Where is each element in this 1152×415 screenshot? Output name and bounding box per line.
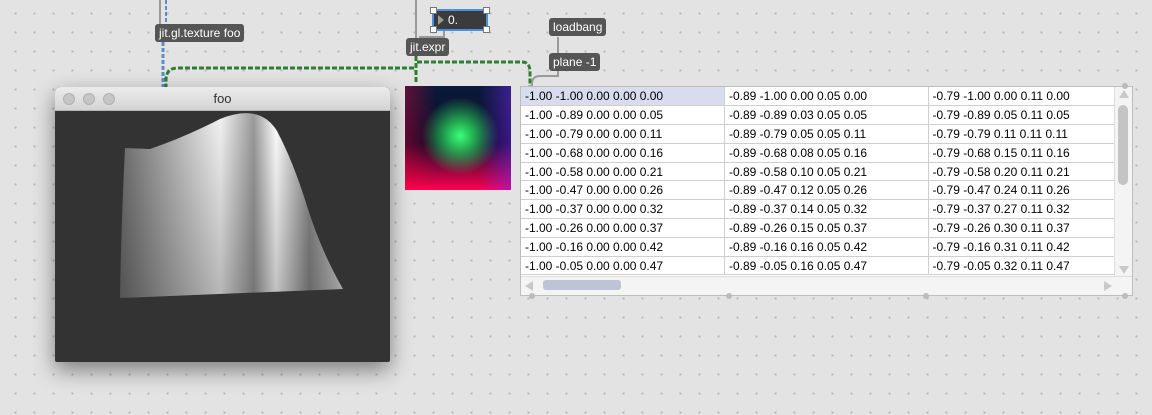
scroll-down-icon[interactable] [1119, 266, 1129, 274]
table-cell[interactable]: -0.89 -0.47 0.12 0.05 0.26 [724, 180, 929, 201]
matrix-cord[interactable] [414, 56, 532, 86]
table-cell[interactable]: -0.79 -0.89 0.05 0.11 0.05 [928, 105, 1132, 126]
surface-shading [120, 113, 343, 298]
window-titlebar[interactable]: foo [55, 87, 390, 111]
table-cell[interactable]: -1.00 -0.89 0.00 0.00 0.05 [521, 105, 725, 126]
table-row: -1.00 -0.37 0.00 0.00 0.32 -0.89 -0.37 0.… [521, 199, 1132, 220]
table-row: -1.00 -0.47 0.00 0.00 0.26 -0.89 -0.47 0.… [521, 180, 1132, 201]
jit-expr-object[interactable]: jit.expr [406, 38, 450, 56]
window-title: foo [213, 91, 232, 106]
table-cell[interactable]: -0.79 -0.68 0.15 0.11 0.16 [928, 143, 1132, 163]
horizontal-scrollbar[interactable] [521, 276, 1132, 295]
table-cell[interactable]: -0.89 -1.00 0.00 0.05 0.00 [724, 87, 929, 107]
object-label: jit.expr [410, 40, 446, 54]
table-cell[interactable]: -0.89 -0.05 0.16 0.05 0.47 [724, 256, 929, 276]
table-cell[interactable]: -1.00 -0.47 0.00 0.00 0.26 [521, 180, 725, 201]
matrix-cord[interactable] [164, 56, 418, 88]
table-cell[interactable]: -1.00 -1.00 0.00 0.00 0.00 [521, 87, 725, 107]
table-cell[interactable]: -0.79 -1.00 0.00 0.11 0.00 [928, 87, 1132, 107]
jit-cellblock[interactable]: -1.00 -1.00 0.00 0.00 0.00 -0.89 -1.00 0.… [520, 86, 1133, 296]
scroll-up-icon[interactable] [1119, 90, 1129, 98]
loadbang-object[interactable]: loadbang [549, 18, 607, 36]
table-cell[interactable]: -0.79 -0.47 0.24 0.11 0.26 [928, 180, 1132, 201]
number-value: 0. [448, 13, 459, 27]
table-row: -1.00 -0.58 0.00 0.00 0.21 -0.89 -0.58 0.… [521, 162, 1132, 182]
jit-window[interactable]: foo [55, 87, 390, 362]
resize-dot[interactable] [1122, 83, 1128, 89]
table-cell[interactable]: -0.89 -0.58 0.10 0.05 0.21 [724, 162, 929, 182]
table-row: -1.00 -0.05 0.00 0.00 0.47 -0.89 -0.05 0.… [521, 256, 1132, 276]
number-box[interactable]: 0. [430, 7, 490, 33]
inlet-dot[interactable] [529, 293, 535, 299]
table-cell[interactable]: -0.89 -0.68 0.08 0.05 0.16 [724, 143, 929, 163]
table-cell[interactable]: -0.89 -0.26 0.15 0.05 0.37 [724, 218, 929, 238]
resize-handle[interactable] [430, 26, 437, 33]
rendered-surface [120, 113, 343, 298]
table-cell[interactable]: -0.89 -0.16 0.16 0.05 0.42 [724, 237, 929, 257]
table-cell[interactable]: -0.79 -0.05 0.32 0.11 0.47 [928, 256, 1132, 276]
table-cell[interactable]: -0.79 -0.79 0.11 0.11 0.11 [928, 124, 1132, 144]
resize-handle[interactable] [483, 26, 490, 33]
table-cell[interactable]: -1.00 -0.16 0.00 0.00 0.42 [521, 237, 725, 257]
table-cell[interactable]: -1.00 -0.37 0.00 0.00 0.32 [521, 199, 725, 220]
resize-handle[interactable] [483, 7, 490, 14]
outlet-dot[interactable] [1122, 293, 1128, 299]
table-row: -1.00 -1.00 0.00 0.00 0.00 -0.89 -1.00 0.… [521, 87, 1132, 107]
table-cell[interactable]: -0.89 -0.89 0.03 0.05 0.05 [724, 105, 929, 126]
message-label: plane -1 [553, 55, 597, 69]
table-cell[interactable]: -1.00 -0.68 0.00 0.00 0.16 [521, 143, 725, 163]
cell-grid: -1.00 -1.00 0.00 0.00 0.00 -0.89 -1.00 0.… [521, 87, 1132, 276]
table-cell[interactable]: -1.00 -0.79 0.00 0.00 0.11 [521, 124, 725, 144]
number-triangle-icon [438, 15, 444, 25]
jit-pwindow-preview [405, 86, 511, 190]
table-cell[interactable]: -1.00 -0.58 0.00 0.00 0.21 [521, 162, 725, 182]
resize-handle[interactable] [430, 7, 437, 14]
plane-message[interactable]: plane -1 [549, 53, 601, 71]
scroll-thumb[interactable] [543, 280, 621, 290]
table-row: -1.00 -0.16 0.00 0.00 0.42 -0.89 -0.16 0.… [521, 237, 1132, 257]
outlet-dot[interactable] [726, 293, 732, 299]
table-cell[interactable]: -0.79 -0.37 0.27 0.11 0.32 [928, 199, 1132, 220]
table-row: -1.00 -0.89 0.00 0.00 0.05 -0.89 -0.89 0.… [521, 105, 1132, 126]
table-cell[interactable]: -0.79 -0.16 0.31 0.11 0.42 [928, 237, 1132, 257]
table-cell[interactable]: -0.79 -0.58 0.20 0.11 0.21 [928, 162, 1132, 182]
patch-cord[interactable] [531, 71, 559, 87]
outlet-dot[interactable] [923, 293, 929, 299]
table-row: -1.00 -0.79 0.00 0.00 0.11 -0.89 -0.79 0.… [521, 124, 1132, 144]
object-label: loadbang [553, 20, 603, 34]
scroll-left-icon[interactable] [525, 281, 533, 291]
table-cell[interactable]: -0.89 -0.79 0.05 0.05 0.11 [724, 124, 929, 144]
table-cell[interactable]: -1.00 -0.26 0.00 0.00 0.37 [521, 218, 725, 238]
table-cell[interactable]: -0.89 -0.37 0.14 0.05 0.32 [724, 199, 929, 220]
table-row: -1.00 -0.68 0.00 0.00 0.16 -0.89 -0.68 0.… [521, 143, 1132, 163]
scroll-thumb[interactable] [1118, 105, 1128, 185]
table-row: -1.00 -0.26 0.00 0.00 0.37 -0.89 -0.26 0.… [521, 218, 1132, 238]
table-cell[interactable]: -0.79 -0.26 0.30 0.11 0.37 [928, 218, 1132, 238]
jit-gl-texture-object[interactable]: jit.gl.texture foo [155, 24, 245, 42]
vertical-scrollbar[interactable] [1114, 87, 1132, 277]
object-label: jit.gl.texture foo [159, 26, 241, 40]
scroll-right-icon[interactable] [1104, 281, 1112, 291]
table-cell[interactable]: -1.00 -0.05 0.00 0.00 0.47 [521, 256, 725, 276]
